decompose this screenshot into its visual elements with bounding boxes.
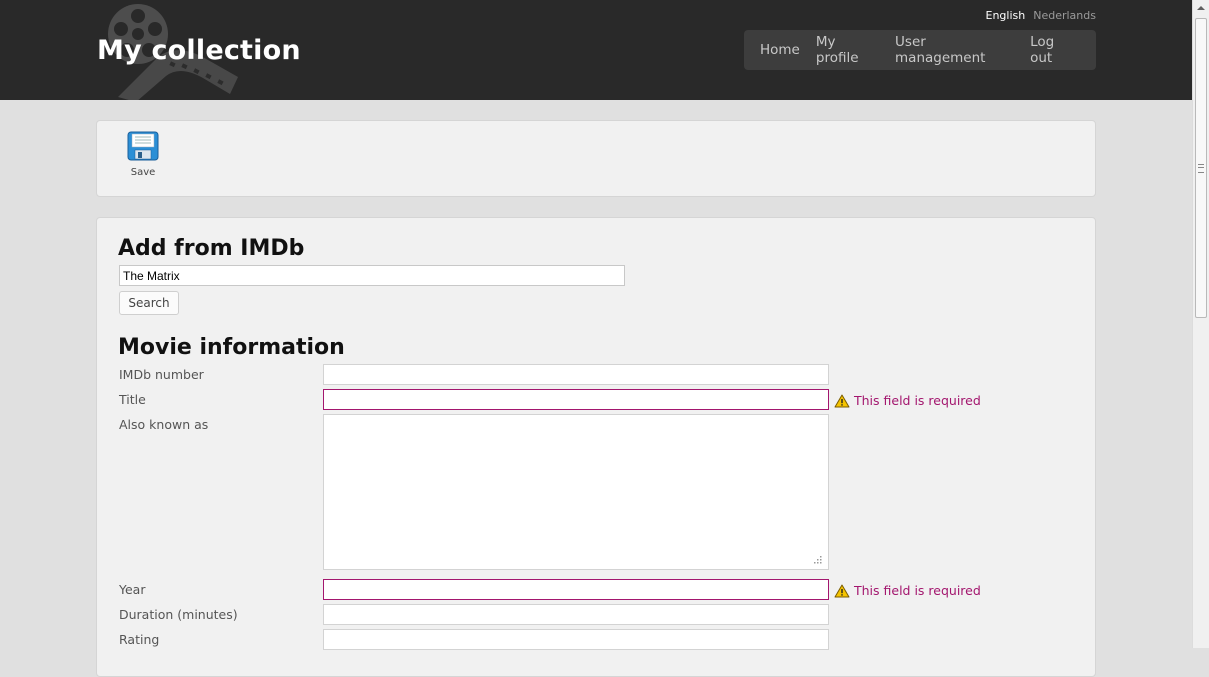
title-label: Title: [119, 392, 146, 407]
rating-field[interactable]: [323, 629, 829, 650]
floppy-disk-icon: [127, 131, 159, 161]
title-error-text: This field is required: [854, 393, 981, 408]
imdb-number-label: IMDb number: [119, 367, 204, 382]
aka-label: Also known as: [119, 417, 209, 432]
site-title[interactable]: My collection: [97, 35, 301, 66]
imdb-heading: Add from IMDb: [118, 236, 305, 261]
nav-user-management[interactable]: User management: [895, 34, 1014, 66]
rating-label: Rating: [119, 632, 160, 647]
lang-dutch-link[interactable]: Nederlands: [1033, 9, 1096, 22]
year-label: Year: [119, 582, 146, 597]
warning-icon: [834, 584, 850, 597]
aka-textarea[interactable]: [323, 414, 829, 570]
movie-form-panel: Add from IMDb Search Movie information I…: [96, 217, 1096, 677]
scrollbar-thumb[interactable]: [1195, 18, 1207, 318]
year-error-text: This field is required: [854, 583, 981, 598]
title-field[interactable]: [323, 389, 829, 410]
scroll-grip-icon: [1198, 164, 1204, 173]
year-field[interactable]: [323, 579, 829, 600]
movie-info-heading: Movie information: [118, 335, 345, 360]
resize-grip-icon[interactable]: [813, 555, 823, 565]
vertical-scrollbar[interactable]: [1192, 0, 1209, 648]
imdb-search-button[interactable]: Search: [119, 291, 179, 315]
main-nav: Home My profile User management Log out: [744, 30, 1096, 70]
nav-my-profile[interactable]: My profile: [816, 34, 879, 66]
toolbar: Save: [96, 120, 1096, 197]
nav-log-out[interactable]: Log out: [1030, 34, 1078, 66]
save-label: Save: [130, 167, 156, 178]
language-switcher: English Nederlands: [978, 9, 1097, 22]
scroll-up-arrow-icon[interactable]: [1193, 0, 1209, 17]
duration-label: Duration (minutes): [119, 607, 238, 622]
site-header: My collection English Nederlands Home My …: [0, 0, 1192, 100]
lang-english-link[interactable]: English: [986, 9, 1026, 22]
nav-home[interactable]: Home: [760, 42, 800, 58]
year-error: This field is required: [834, 583, 981, 598]
save-button[interactable]: Save: [123, 131, 163, 178]
title-error: This field is required: [834, 393, 981, 408]
imdb-search-input[interactable]: [119, 265, 625, 286]
duration-field[interactable]: [323, 604, 829, 625]
warning-icon: [834, 394, 850, 407]
imdb-number-field[interactable]: [323, 364, 829, 385]
